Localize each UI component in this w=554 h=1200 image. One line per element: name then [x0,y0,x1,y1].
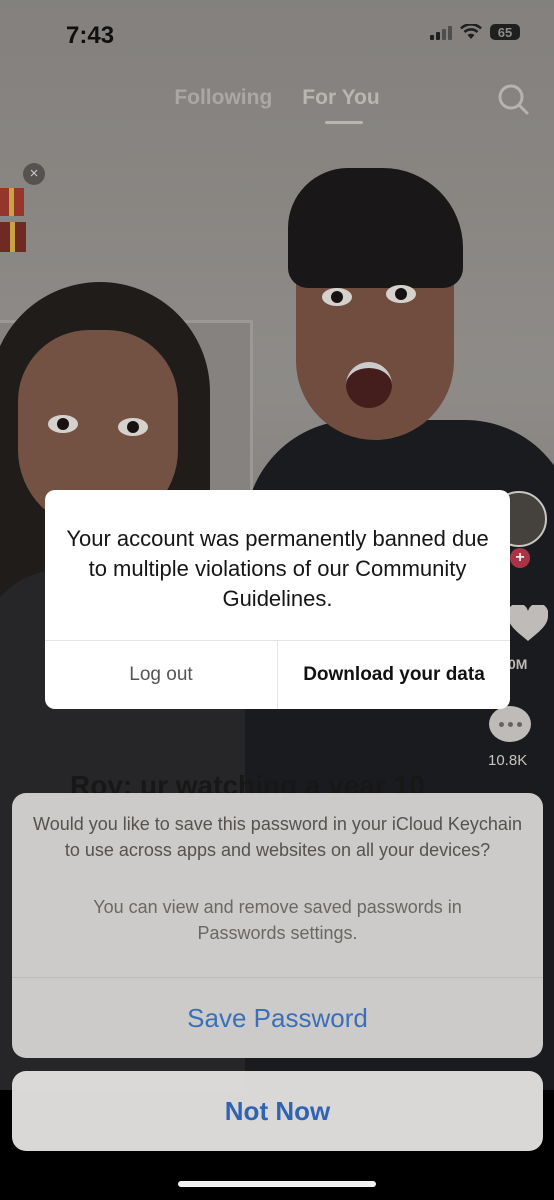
alert-message: Your account was permanently banned due … [66,526,489,611]
account-banned-alert: Your account was permanently banned due … [45,490,510,709]
not-now-button[interactable]: Not Now [12,1071,543,1151]
log-out-button[interactable]: Log out [45,641,277,709]
sheet-title: Would you like to save this password in … [33,814,522,860]
save-password-sheet: Would you like to save this password in … [12,793,543,1058]
sheet-subtitle: You can view and remove saved passwords … [93,897,462,943]
download-data-button[interactable]: Download your data [278,641,510,709]
save-password-button[interactable]: Save Password [12,978,543,1058]
home-indicator[interactable] [178,1181,376,1187]
